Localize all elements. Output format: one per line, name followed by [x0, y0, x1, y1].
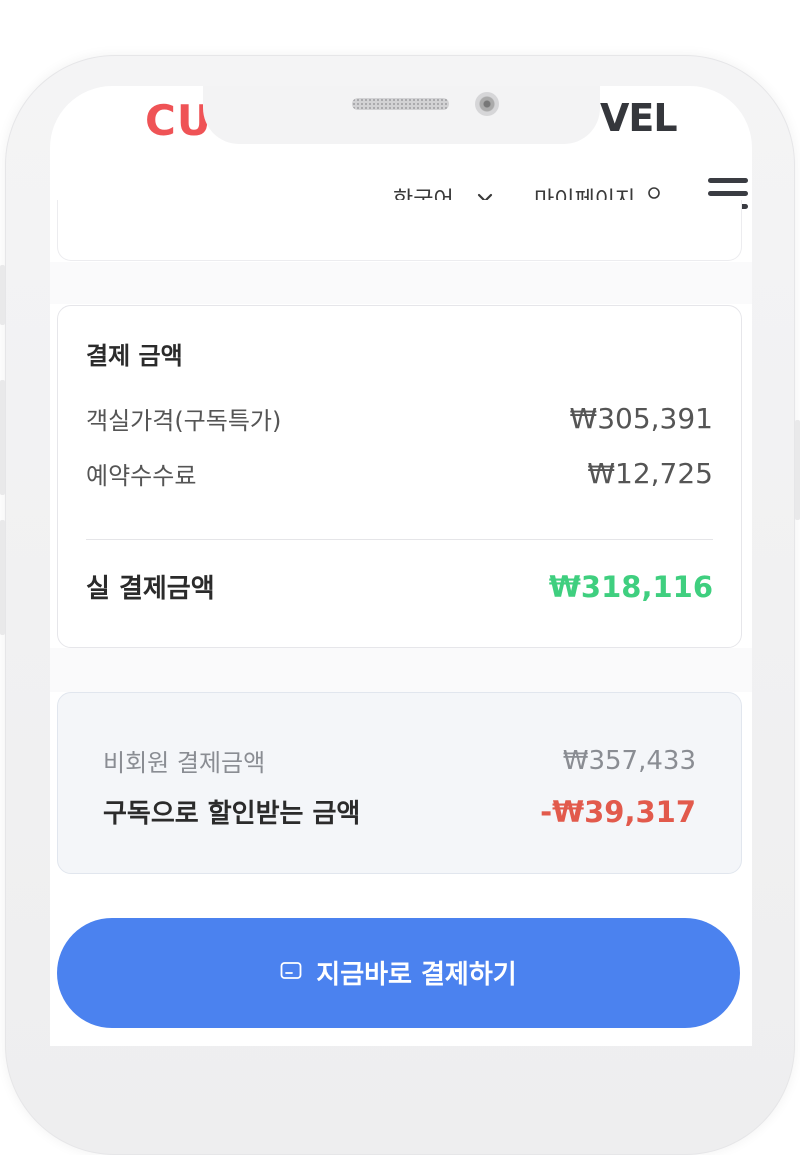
section-gap: [50, 648, 752, 692]
saving-label: 구독으로 할인받는 금액: [103, 799, 361, 829]
total-row: 실 결제금액 ₩318,116: [86, 568, 713, 605]
nonmember-value: ₩357,433: [562, 745, 696, 776]
payment-title: 결제 금액: [86, 342, 183, 370]
pay-now-label: 지금바로 결제하기: [316, 960, 517, 990]
phone-side-button: [0, 265, 5, 325]
fee-label: 예약수수료: [86, 462, 197, 490]
room-price-value: ₩305,391: [569, 402, 713, 435]
credit-card-icon: [280, 962, 302, 979]
total-label: 실 결제금액: [86, 574, 215, 604]
phone-side-button: [0, 520, 5, 635]
saving-row: 구독으로 할인받는 금액 -₩39,317: [103, 793, 696, 830]
room-price-label: 객실가격(구독특가): [86, 407, 282, 435]
phone-notch: [203, 86, 600, 144]
price-row: 예약수수료 ₩12,725: [86, 456, 713, 491]
phone-side-button: [0, 380, 5, 495]
speaker-grille: [352, 98, 449, 110]
nonmember-label: 비회원 결제금액: [103, 749, 266, 777]
section-gap: [50, 262, 752, 304]
fee-value: ₩12,725: [587, 457, 713, 490]
total-value: ₩318,116: [548, 569, 713, 604]
nonmember-row: 비회원 결제금액 ₩357,433: [103, 743, 696, 778]
saving-value: -₩39,317: [540, 794, 696, 829]
price-row: 객실가격(구독특가) ₩305,391: [86, 401, 713, 436]
pay-now-button[interactable]: 지금바로 결제하기: [57, 918, 740, 1028]
front-camera: [475, 92, 499, 116]
brand-logo-tail[interactable]: VEL: [600, 96, 678, 140]
divider: [86, 539, 713, 540]
discount-summary-box: 비회원 결제금액 ₩357,433 구독으로 할인받는 금액 -₩39,317: [57, 692, 742, 874]
phone-side-button: [795, 420, 800, 520]
payment-summary-card: 결제 금액 객실가격(구독특가) ₩305,391 예약수수료 ₩12,725 …: [57, 305, 742, 648]
previous-card-edge: [57, 200, 742, 261]
